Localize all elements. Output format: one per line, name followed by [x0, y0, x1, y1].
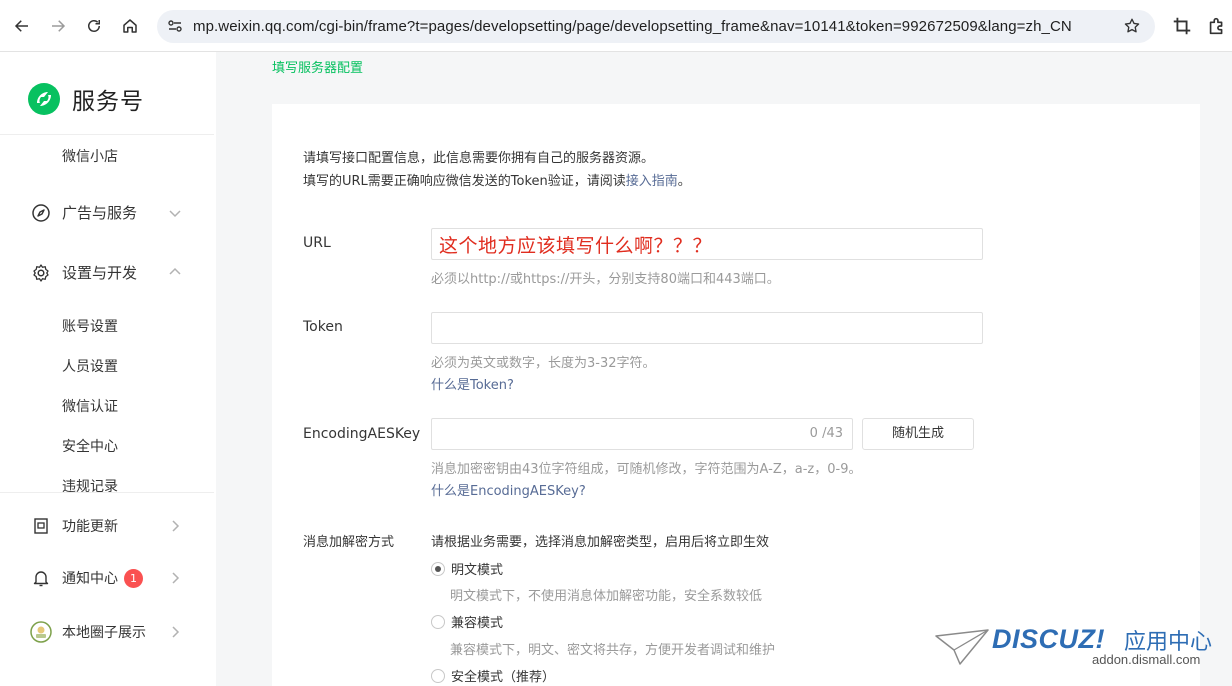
back-button[interactable]: [10, 14, 34, 38]
sidebar-item-label: 功能更新: [62, 519, 118, 535]
watermark-logo-text: DISCUZ!: [992, 624, 1105, 654]
encrypt-mode-desc: 请根据业务需要，选择消息加解密类型，启用后将立即生效: [431, 535, 770, 550]
forward-button[interactable]: [46, 14, 70, 38]
home-button[interactable]: [118, 14, 142, 38]
radio-label: 兼容模式: [451, 616, 504, 631]
token-input[interactable]: [431, 312, 983, 344]
sidebar-item-label: 本地圈子展示: [62, 625, 146, 641]
notification-count-badge: 1: [124, 568, 143, 588]
server-config-card: 请填写接口配置信息，此信息需要你拥有自己的服务器资源。 填写的URL需要正确响应…: [272, 104, 1200, 686]
radio-compatible-mode[interactable]: 兼容模式: [431, 612, 503, 631]
arrow-right-icon: [52, 20, 66, 32]
chevron-right-icon[interactable]: [168, 519, 182, 533]
radio-plaintext-mode[interactable]: 明文模式: [431, 559, 503, 578]
radio-desc: 兼容模式下，明文、密文将共存，方便开发者调试和维护: [450, 643, 776, 658]
aes-key-label: EncodingAESKey: [303, 426, 421, 442]
access-guide-link[interactable]: 接入指南: [626, 174, 678, 189]
bell-icon: [33, 571, 49, 587]
circle-avatar-icon: [30, 621, 52, 643]
brand-name: 服务号: [72, 89, 144, 115]
compass-icon: [32, 203, 50, 222]
extensions-puzzle-icon[interactable]: [1206, 15, 1228, 37]
brand[interactable]: 服务号: [27, 82, 144, 116]
divider: [0, 134, 214, 135]
discuz-watermark: DISCUZ! 应用中心 addon.dismall.com: [934, 620, 1224, 680]
radio-button[interactable]: [431, 668, 445, 683]
url-input[interactable]: 这个地方应该填写什么啊？？？: [431, 228, 983, 260]
watermark-domain: addon.dismall.com: [1092, 652, 1201, 667]
reload-button[interactable]: [82, 14, 106, 38]
sidebar: 服务号 微信小店 广告与服务 设置与开发 账号设置 人员设置 微信认证 安全中心…: [0, 52, 216, 686]
sidebar-group-settings-dev[interactable]: 设置与开发: [31, 262, 137, 283]
encrypt-mode-label: 消息加解密方式: [303, 535, 395, 550]
sidebar-item-wechat-shop[interactable]: 微信小店: [62, 146, 118, 166]
sidebar-item-security-center[interactable]: 安全中心: [62, 436, 118, 456]
intro-line-1: 请填写接口配置信息，此信息需要你拥有自己的服务器资源。: [303, 151, 655, 166]
reload-icon: [88, 20, 100, 32]
url-text[interactable]: mp.weixin.qq.com/cgi-bin/frame?t=pages/d…: [193, 18, 1072, 35]
url-input-value: 这个地方应该填写什么啊？？？: [439, 235, 713, 257]
arrow-left-icon: [14, 20, 28, 32]
radio-button[interactable]: [431, 614, 445, 629]
wechat-mp-logo-icon: [28, 83, 60, 115]
radio-label: 安全模式（推荐）: [451, 670, 556, 685]
radio-secure-mode[interactable]: 安全模式（推荐）: [431, 666, 555, 685]
crop-screenshot-icon[interactable]: [1171, 15, 1193, 37]
main-content: 填写服务器配置 请填写接口配置信息，此信息需要你拥有自己的服务器资源。 填写的U…: [216, 52, 1232, 686]
chevron-down-icon[interactable]: [168, 206, 182, 220]
url-label: URL: [303, 235, 331, 251]
sidebar-group-ads-services[interactable]: 广告与服务: [31, 202, 137, 223]
aes-key-input[interactable]: 0 /43: [431, 418, 853, 450]
random-generate-button[interactable]: 随机生成: [862, 418, 974, 450]
home-icon: [123, 19, 137, 33]
chevron-up-icon[interactable]: [168, 265, 182, 279]
document-icon: [34, 518, 48, 534]
sidebar-item-notifications[interactable]: 通知中心 1: [31, 568, 143, 588]
divider: [0, 492, 214, 493]
browser-toolbar: mp.weixin.qq.com/cgi-bin/frame?t=pages/d…: [0, 0, 1232, 52]
radio-label: 明文模式: [451, 563, 504, 578]
radio-desc: 明文模式下，不使用消息体加解密功能，安全系数较低: [450, 589, 763, 604]
sidebar-item-account-settings[interactable]: 账号设置: [62, 316, 118, 336]
chevron-right-icon[interactable]: [168, 625, 182, 639]
token-label: Token: [303, 319, 343, 335]
address-bar[interactable]: mp.weixin.qq.com/cgi-bin/frame?t=pages/d…: [157, 10, 1155, 43]
aes-key-tip: 消息加密密钥由43位字符组成，可随机修改，字符范围为A-Z，a-z，0-9。: [431, 462, 862, 477]
sidebar-item-violation-records[interactable]: 违规记录: [62, 476, 118, 496]
sidebar-item-wechat-verification[interactable]: 微信认证: [62, 396, 118, 416]
sidebar-group-label: 设置与开发: [62, 264, 138, 282]
sidebar-group-label: 广告与服务: [62, 204, 138, 222]
what-is-aes-key-link[interactable]: 什么是EncodingAESKey?: [431, 480, 586, 499]
site-settings-icon[interactable]: [167, 18, 183, 34]
chevron-right-icon[interactable]: [168, 571, 182, 585]
radio-button-selected[interactable]: [431, 561, 445, 576]
token-tip: 必须为英文或数字，长度为3-32字符。: [431, 356, 656, 371]
paper-plane-icon: [935, 629, 989, 665]
breadcrumb[interactable]: 填写服务器配置: [272, 57, 363, 76]
aes-key-counter: 0 /43: [809, 426, 843, 441]
bookmark-star-icon[interactable]: [1123, 17, 1141, 35]
sidebar-item-feature-updates[interactable]: 功能更新: [31, 516, 118, 536]
what-is-token-link[interactable]: 什么是Token?: [431, 374, 514, 393]
sidebar-item-label: 通知中心: [62, 571, 118, 587]
gear-icon: [33, 263, 49, 282]
intro-text: 请填写接口配置信息，此信息需要你拥有自己的服务器资源。 填写的URL需要正确响应…: [303, 147, 691, 193]
url-tip: 必须以http://或https://开头，分别支持80端口和443端口。: [431, 272, 780, 287]
sidebar-item-local-circle[interactable]: 本地圈子展示: [30, 621, 146, 643]
intro-line-2: 填写的URL需要正确响应微信发送的Token验证，请阅读接入指南。: [303, 174, 691, 189]
sidebar-item-member-settings[interactable]: 人员设置: [62, 356, 118, 376]
